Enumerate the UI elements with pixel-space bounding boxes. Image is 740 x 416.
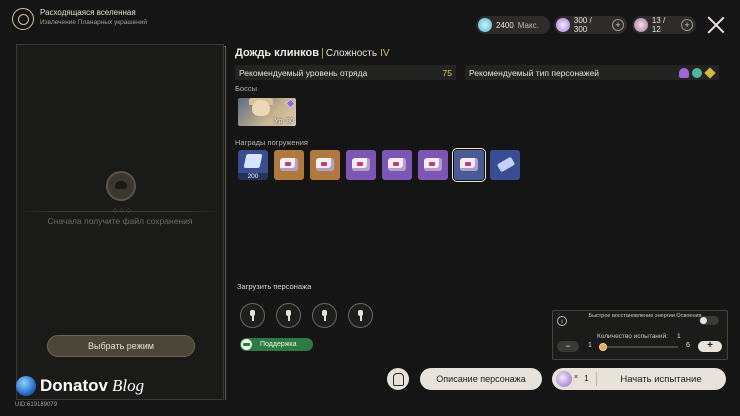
watermark-brand: Donatov	[40, 376, 108, 395]
stamina-icon	[556, 18, 570, 32]
power-value: 2400	[496, 20, 514, 30]
boss-card[interactable]: Ур. 80	[238, 98, 296, 126]
button-divider	[596, 372, 597, 386]
relic-sphere-icon	[424, 158, 442, 171]
boss-weakness-icon	[285, 98, 296, 109]
rewards-label: Награды погружения	[235, 138, 308, 147]
team-slots	[240, 303, 373, 328]
add-stamina-button[interactable]: +	[612, 19, 624, 31]
fuel-value: 13 / 12	[651, 16, 666, 34]
reward-item[interactable]	[346, 150, 376, 180]
imaginary-icon	[679, 67, 689, 78]
load-character-label: Загрузить персонажа	[237, 282, 312, 291]
power-resource[interactable]: 2400 Макс.	[476, 16, 550, 34]
start-challenge-label: Начать испытание	[620, 373, 702, 385]
bosses-label: Боссы	[235, 84, 257, 93]
wind-icon	[692, 67, 702, 78]
watermark-suffix: Blog	[112, 376, 145, 395]
challenge-count-label: Количество испытаний:	[597, 333, 668, 340]
reward-item[interactable]	[490, 150, 520, 180]
close-icon[interactable]	[706, 15, 726, 35]
rewards-list: 200	[238, 148, 520, 182]
exp-material-icon	[243, 154, 263, 168]
save-file-emblem-icon	[106, 171, 136, 201]
mode-subtitle: Извлечение Планарных украшений	[40, 19, 148, 26]
fast-recovery-toggle[interactable]	[699, 316, 719, 325]
cost-multiplier: ×	[574, 374, 579, 381]
stamina-resource[interactable]: 300 / 300 +	[554, 16, 627, 34]
start-challenge-button[interactable]: × 1 Начать испытание	[552, 368, 726, 390]
watermark: Donatov Blog	[16, 376, 144, 396]
character-filter-icon[interactable]	[387, 368, 409, 390]
cost-item-icon	[556, 371, 572, 387]
recommended-type-row: Рекомендуемый тип персонажей	[465, 65, 719, 80]
stage-title: Дождь клинков | Сложность IV	[235, 47, 390, 59]
relic-sphere-icon	[388, 158, 406, 171]
title-separator: |	[321, 47, 324, 59]
power-max-label: Макс.	[517, 20, 539, 30]
character-info-button[interactable]: Описание персонажа	[420, 368, 542, 390]
character-slot-3[interactable]	[312, 303, 337, 328]
support-button[interactable]: Поддержка	[240, 338, 313, 351]
recommended-level-row: Рекомендуемый уровень отряда 75	[235, 65, 456, 80]
relic-rope-icon	[496, 156, 516, 173]
challenge-count-value: 1	[677, 333, 681, 340]
add-fuel-button[interactable]: +	[681, 19, 693, 31]
count-max: 6	[686, 342, 690, 349]
character-slot-2[interactable]	[276, 303, 301, 328]
fuel-icon	[634, 18, 648, 32]
relic-sphere-icon	[352, 158, 370, 171]
character-slot-1[interactable]	[240, 303, 265, 328]
recommended-level-label: Рекомендуемый уровень отряда	[239, 67, 368, 78]
difficulty-label: Сложность	[325, 48, 378, 59]
quantum-icon	[704, 66, 716, 79]
relic-sphere-icon	[316, 158, 334, 171]
difficulty-value: IV	[380, 48, 390, 59]
reward-item-selected[interactable]	[452, 148, 486, 182]
count-slider-track[interactable]	[602, 346, 678, 348]
fast-recovery-label: Быстрое восстановление энергии Освоения	[588, 313, 702, 319]
boss-level: Ур. 80	[274, 118, 294, 125]
boss-portrait	[252, 100, 270, 116]
divider-dots: ◇◇◇	[113, 208, 133, 214]
recommended-type-label: Рекомендуемый тип персонажей	[469, 67, 600, 78]
cost-value: 1	[584, 373, 589, 383]
reward-count: 200	[238, 173, 268, 180]
reward-item[interactable]: 200	[238, 150, 268, 180]
decrease-count-button[interactable]: −	[557, 341, 579, 352]
player-uid: UID:619189079	[15, 402, 58, 408]
fuel-resource[interactable]: 13 / 12 +	[632, 16, 696, 34]
stamina-value: 300 / 300	[573, 16, 592, 34]
reward-item[interactable]	[418, 150, 448, 180]
select-mode-button[interactable]: Выбрать режим	[47, 335, 195, 357]
increase-count-button[interactable]: +	[698, 341, 722, 352]
reward-item[interactable]	[274, 150, 304, 180]
divergent-universe-logo-icon	[12, 8, 34, 30]
reward-item[interactable]	[310, 150, 340, 180]
save-file-hint: Сначала получите файл сохранения	[47, 216, 193, 226]
count-slider-handle[interactable]	[599, 343, 607, 351]
challenge-options-panel: i Быстрое восстановление энергии Освоени…	[552, 310, 728, 360]
count-min: 1	[588, 342, 592, 349]
stage-name: Дождь клинков	[235, 47, 320, 59]
reward-item[interactable]	[382, 150, 412, 180]
save-file-panel: ◇◇◇ Сначала получите файл сохранения Выб…	[16, 44, 224, 400]
relic-sphere-icon	[280, 158, 298, 171]
relic-sphere-icon	[460, 158, 478, 171]
watermark-logo-icon	[16, 376, 36, 396]
mode-title: Расходящаяся вселенная	[40, 8, 136, 17]
info-icon[interactable]: i	[557, 316, 567, 326]
recommended-level-value: 75	[442, 67, 452, 78]
character-slot-4[interactable]	[348, 303, 373, 328]
recommended-elements	[676, 66, 716, 79]
power-icon	[478, 18, 492, 32]
support-label: Поддержка	[260, 341, 297, 348]
support-handshake-icon	[241, 339, 252, 350]
